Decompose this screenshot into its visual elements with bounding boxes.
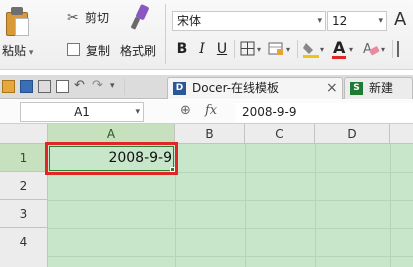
undo-icon[interactable]: ↶ [74,78,85,93]
docer-logo-icon: D [173,82,186,95]
chevron-down-icon[interactable]: ▾ [286,45,290,54]
save-icon[interactable] [20,80,33,93]
paste-button[interactable]: 粘贴 ▾ [2,44,33,60]
copy-button[interactable]: 复制 [86,44,110,58]
ribbon-toolbar: 粘贴 ▾ ✂ 剪切 复制 格式刷 宋体 ▾ 12 ▾ A B I U ▾ ▾ ▾… [0,0,413,70]
italic-button[interactable]: I [194,40,210,58]
increase-font-button[interactable]: A [394,9,406,30]
merge-cells-icon[interactable] [268,41,284,57]
underline-button[interactable]: U [214,40,230,58]
row-header-4[interactable]: 4 [0,228,48,267]
ribbon-separator [165,4,166,64]
close-icon[interactable]: × [326,78,338,98]
format-painter-button[interactable]: 格式刷 [120,44,156,58]
zoom-icon[interactable]: ⊕ [180,103,191,118]
ribbon-separator [297,40,298,58]
border-icon[interactable] [240,41,256,57]
tab-separator [124,79,125,95]
font-color-swatch [332,56,346,59]
column-header-a[interactable]: A [48,124,175,144]
print-preview-icon[interactable] [56,80,69,93]
font-name-value: 宋体 [177,14,202,28]
chevron-down-icon[interactable]: ▾ [381,45,385,54]
chevron-down-icon[interactable]: ▾ [135,103,140,121]
paste-icon[interactable] [0,2,34,36]
row-header-2[interactable]: 2 [0,172,48,200]
fill-color-icon[interactable] [302,40,320,58]
column-header-b[interactable]: B [175,124,245,144]
tab-docer-label: Docer-在线模板 [192,81,280,95]
format-painter-icon[interactable] [127,3,153,33]
formula-bar: A1 ▾ ⊕ fx 2008-9-9 [0,100,413,124]
fill-handle[interactable] [170,167,175,172]
row-header-1[interactable]: 1 [0,144,48,172]
gridline [48,200,413,201]
scissors-icon[interactable]: ✂ [67,10,79,26]
chevron-down-icon: ▾ [317,16,322,26]
gridline [315,144,316,267]
font-color-button[interactable]: A [333,38,345,57]
tab-docer[interactable]: D Docer-在线模板 × [167,77,343,99]
chevron-down-icon[interactable]: ▾ [320,45,324,54]
gridline [48,228,413,229]
paste-label: 粘贴 [2,44,27,58]
document-tab-bar: ↶ ↷ ▾ D Docer-在线模板 × S 新建 [0,75,413,99]
chevron-down-icon[interactable]: ▾ [257,45,261,54]
tab-new-label: 新建 [369,81,394,95]
formula-input[interactable]: 2008-9-9 [235,103,413,122]
highlight-box [45,142,178,175]
font-size-select[interactable]: 12 ▾ [327,11,387,31]
fx-button[interactable]: fx [205,103,217,118]
align-icon[interactable] [397,41,411,57]
select-all-corner[interactable] [0,124,48,144]
chevron-down-icon[interactable]: ▾ [349,45,353,54]
cut-button[interactable]: 剪切 [85,11,109,25]
gridline [390,144,391,267]
font-name-select[interactable]: 宋体 ▾ [172,11,326,31]
name-box[interactable]: A1 ▾ [20,102,144,122]
chevron-down-icon[interactable]: ▾ [110,81,115,91]
copy-icon[interactable] [67,43,80,56]
tab-new[interactable]: S 新建 [344,77,413,99]
ribbon-separator [392,40,393,58]
spreadsheet-icon: S [350,82,363,95]
column-header-d[interactable]: D [315,124,390,144]
gridline [245,144,246,267]
redo-icon[interactable]: ↷ [92,78,103,93]
name-box-value: A1 [74,105,90,119]
bold-button[interactable]: B [174,40,190,58]
row-header-3[interactable]: 3 [0,200,48,228]
spreadsheet-grid[interactable]: A B C D 1 2 3 4 2008-9-9 [0,124,413,267]
chevron-down-icon: ▾ [378,16,383,26]
open-folder-icon[interactable] [2,80,15,93]
clear-format-icon[interactable]: A [362,40,380,58]
font-size-value: 12 [332,14,348,28]
ribbon-separator [234,40,235,58]
column-header-partial[interactable] [390,124,413,144]
print-icon[interactable] [38,80,51,93]
gridline [48,256,413,257]
column-header-c[interactable]: C [245,124,315,144]
